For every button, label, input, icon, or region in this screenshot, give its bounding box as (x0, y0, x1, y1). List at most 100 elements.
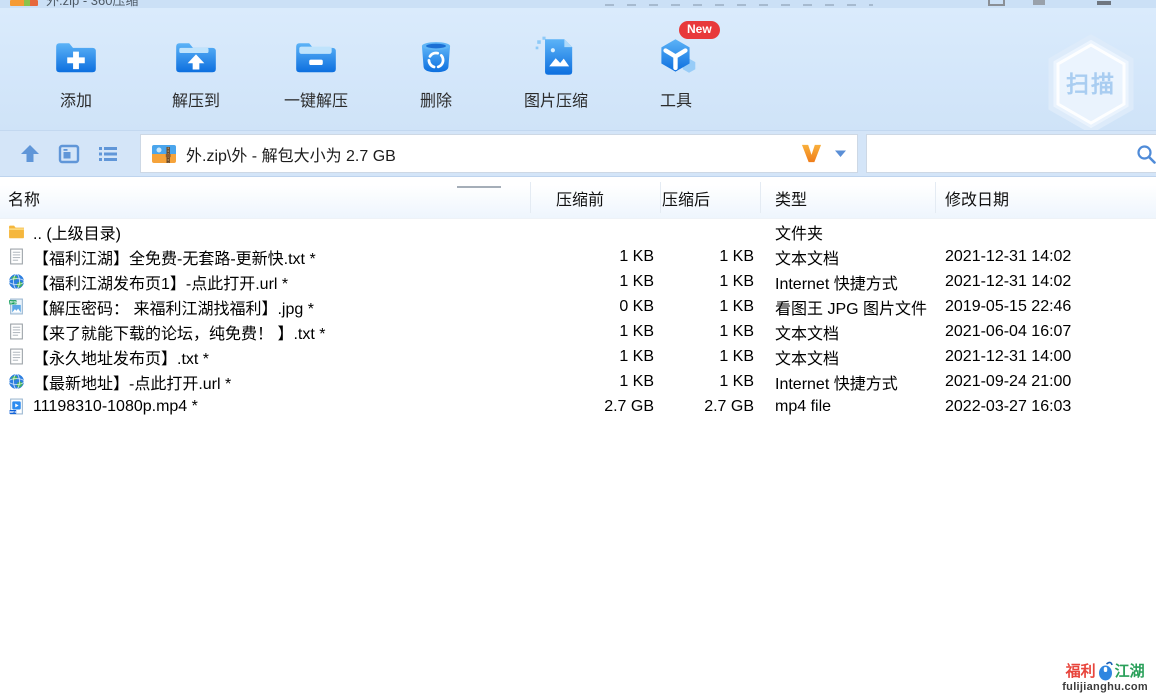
watermark-brand-right: 江湖 (1115, 664, 1145, 680)
toolbar: 添加 解压到 一键解压 删除 (0, 8, 1156, 130)
search-input[interactable] (875, 139, 1135, 169)
file-icon (8, 223, 25, 240)
file-row[interactable]: 【来了就能下载的论坛，纯免费！ 】.txt * 1 KB 1 KB 文本文档 2… (0, 319, 1156, 344)
file-icon (8, 373, 25, 390)
column-header-type[interactable]: 类型 (760, 186, 935, 210)
file-date: 2022-03-27 16:03 (935, 398, 1156, 416)
file-name: 【来了就能下载的论坛，纯免费！ 】.txt * (33, 320, 325, 344)
add-label: 添加 (60, 87, 92, 111)
column-separator[interactable] (530, 182, 531, 213)
file-row[interactable]: .. (上级目录) 文件夹 (0, 219, 1156, 244)
address-dropdown-caret[interactable] (835, 150, 847, 158)
tools-cube-icon (652, 34, 700, 80)
titlebar-text-fragment (605, 4, 873, 6)
file-row[interactable]: 【福利江湖发布页1】-点此打开.url * 1 KB 1 KB Internet… (0, 269, 1156, 294)
size-before: 0 KB (530, 298, 660, 316)
file-type: mp4 file (760, 398, 935, 416)
file-icon (8, 298, 25, 315)
file-row[interactable]: 【福利江湖】全免费-无套路-更新快.txt * 1 KB 1 KB 文本文档 2… (0, 244, 1156, 269)
address-bar[interactable]: 外.zip\外 - 解包大小为 2.7 GB (140, 134, 858, 173)
delete-label: 删除 (420, 87, 452, 111)
column-drag-artifact (457, 186, 501, 188)
column-separator[interactable] (935, 182, 936, 213)
titlebar-button-1[interactable] (988, 0, 1005, 6)
scan-shield-icon: 扫描 (1042, 34, 1140, 134)
file-icon (8, 348, 25, 365)
column-header-name[interactable]: 名称 (0, 186, 530, 210)
column-header-size-before[interactable]: 压缩前 (530, 186, 660, 210)
minimize-button[interactable] (1097, 1, 1111, 5)
file-name: 【永久地址发布页】.txt * (33, 345, 209, 369)
address-path: 外.zip\外 - 解包大小为 2.7 GB (186, 142, 800, 166)
size-before: 1 KB (530, 248, 660, 266)
file-row[interactable]: 【最新地址】-点此打开.url * 1 KB 1 KB Internet 快捷方… (0, 369, 1156, 394)
tools-button[interactable]: New 工具 (616, 8, 736, 130)
size-before: 1 KB (530, 373, 660, 391)
file-row[interactable]: 【永久地址发布页】.txt * 1 KB 1 KB 文本文档 2021-12-3… (0, 344, 1156, 369)
file-type: 看图王 JPG 图片文件 (760, 295, 935, 319)
file-date: 2021-06-04 16:07 (935, 323, 1156, 341)
delete-trash-icon (412, 34, 460, 80)
one-click-extract-button[interactable]: 一键解压 (256, 8, 376, 130)
one-click-extract-icon (292, 34, 340, 80)
file-name: .. (上级目录) (33, 220, 121, 244)
delete-button[interactable]: 删除 (376, 8, 496, 130)
size-after: 1 KB (660, 323, 760, 341)
scan-button[interactable]: 扫描 (1042, 34, 1140, 134)
size-before: 1 KB (530, 273, 660, 291)
titlebar-button-2[interactable] (1033, 0, 1045, 5)
file-row[interactable]: 11198310-1080p.mp4 * 2.7 GB 2.7 GB mp4 f… (0, 394, 1156, 419)
size-before: 1 KB (530, 323, 660, 341)
one-click-extract-label: 一键解压 (284, 87, 348, 111)
file-type: Internet 快捷方式 (760, 370, 935, 394)
file-icon (8, 398, 25, 415)
file-date: 2019-05-15 22:46 (935, 298, 1156, 316)
column-header-date[interactable]: 修改日期 (935, 186, 1156, 210)
file-icon (8, 323, 25, 340)
search-box (866, 134, 1156, 173)
size-after: 1 KB (660, 273, 760, 291)
file-list: 名称 压缩前 压缩后 类型 修改日期 .. (上级目录) 文件夹 【福利江湖】全… (0, 177, 1156, 419)
size-after: 2.7 GB (660, 398, 760, 416)
size-after: 1 KB (660, 248, 760, 266)
size-before: 1 KB (530, 348, 660, 366)
image-compress-icon (532, 34, 580, 80)
file-type: 文本文档 (760, 245, 935, 269)
add-folder-icon (52, 34, 100, 80)
size-after: 1 KB (660, 348, 760, 366)
search-icon[interactable] (1135, 143, 1156, 165)
extract-to-folder-icon (172, 34, 220, 80)
column-separator[interactable] (760, 182, 761, 213)
file-icon (8, 248, 25, 265)
zip-archive-icon (151, 142, 177, 166)
app-window: 外.zip - 360压缩 添加 解压到 (0, 0, 1156, 698)
mouse-icon (1098, 661, 1113, 681)
watermark: 福利 江湖 fulijianghu.com (1062, 661, 1148, 694)
file-date: 2021-12-31 14:02 (935, 248, 1156, 266)
file-row[interactable]: 【解压密码： 来福利江湖找福利】.jpg * 0 KB 1 KB 看图王 JPG… (0, 294, 1156, 319)
column-header-size-after[interactable]: 压缩后 (660, 186, 760, 210)
column-separator[interactable] (660, 182, 661, 213)
file-name: 【福利江湖发布页1】-点此打开.url * (33, 270, 288, 294)
size-before: 2.7 GB (530, 398, 660, 416)
extract-to-button[interactable]: 解压到 (136, 8, 256, 130)
size-after: 1 KB (660, 298, 760, 316)
v-logo-icon (800, 143, 823, 164)
table-body: .. (上级目录) 文件夹 【福利江湖】全免费-无套路-更新快.txt * 1 … (0, 219, 1156, 419)
size-after: 1 KB (660, 373, 760, 391)
file-name: 11198310-1080p.mp4 * (33, 398, 198, 416)
tools-label: 工具 (660, 87, 692, 111)
file-type: Internet 快捷方式 (760, 270, 935, 294)
add-button[interactable]: 添加 (16, 8, 136, 130)
file-type: 文本文档 (760, 320, 935, 344)
list-view-icon[interactable] (96, 142, 120, 166)
file-name: 【解压密码： 来福利江湖找福利】.jpg * (33, 295, 314, 319)
window-title: 外.zip - 360压缩 (46, 0, 138, 8)
watermark-brand-left: 福利 (1066, 664, 1096, 680)
image-compress-button[interactable]: 图片压缩 (496, 8, 616, 130)
table-header: 名称 压缩前 压缩后 类型 修改日期 (0, 177, 1156, 219)
up-level-icon[interactable] (18, 142, 42, 166)
navigation-bar: 外.zip\外 - 解包大小为 2.7 GB (0, 130, 1156, 177)
image-compress-label: 图片压缩 (524, 87, 588, 111)
view-mode-icon[interactable] (57, 142, 81, 166)
